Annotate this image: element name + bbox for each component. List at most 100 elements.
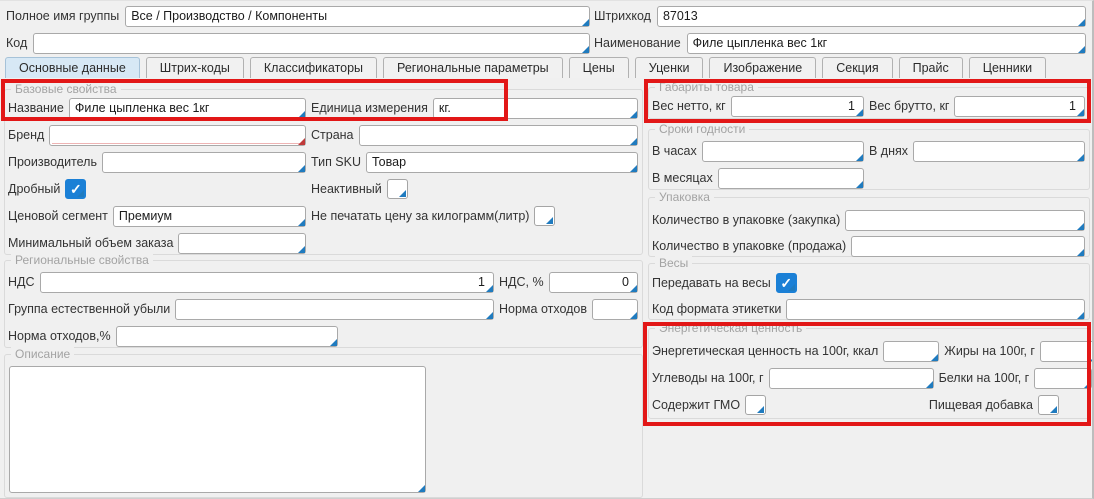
group-packaging: Упаковка Количество в упаковке (закупка)… xyxy=(648,197,1090,257)
manufacturer-input[interactable] xyxy=(102,152,306,173)
sku-type-input[interactable] xyxy=(366,152,638,173)
net-weight-input[interactable] xyxy=(731,96,864,117)
name-field-wrap xyxy=(69,98,306,119)
proteins-label: Белки на 100г, г xyxy=(939,371,1030,385)
waste-label: Норма отходов xyxy=(499,302,587,316)
pack-purchase-label: Количество в упаковке (закупка) xyxy=(652,213,840,227)
product-name-field-wrap xyxy=(687,33,1086,54)
code-row: Код xyxy=(6,32,590,54)
fats-field-wrap xyxy=(1040,341,1094,362)
group-regional-properties: Региональные свойства НДС НДС, % Группа … xyxy=(4,260,643,348)
price-segment-input[interactable] xyxy=(113,206,306,227)
full-group-row: Полное имя группы xyxy=(6,5,590,27)
product-name-label: Наименование xyxy=(594,36,681,50)
pack-sale-label: Количество в упаковке (продажа) xyxy=(652,239,846,253)
proteins-input[interactable] xyxy=(1034,368,1092,389)
waste-pct-field-wrap xyxy=(116,326,338,347)
months-field-wrap xyxy=(718,168,864,189)
product-name-input[interactable] xyxy=(687,33,1086,54)
price-segment-label: Ценовой сегмент xyxy=(8,209,108,223)
country-field-wrap xyxy=(359,125,638,146)
min-order-input[interactable] xyxy=(178,233,306,254)
name-field-label: Название xyxy=(8,101,64,115)
months-input[interactable] xyxy=(718,168,864,189)
carbs-label: Углеводы на 100г, г xyxy=(652,371,764,385)
days-input[interactable] xyxy=(913,141,1085,162)
barcode-label: Штрихкод xyxy=(594,9,651,23)
days-field-wrap xyxy=(913,141,1085,162)
net-weight-field-wrap xyxy=(731,96,864,117)
loss-group-label: Группа естественной убыли xyxy=(8,302,170,316)
inactive-checkbox[interactable] xyxy=(387,179,408,199)
code-input[interactable] xyxy=(33,33,590,54)
product-card-window: Полное имя группы Штрихкод Код Наименова… xyxy=(0,0,1094,499)
group-basic-properties: Базовые свойства Название Единица измере… xyxy=(4,89,643,255)
gmo-label: Содержит ГМО xyxy=(652,398,740,412)
group-basic-properties-title: Базовые свойства xyxy=(11,82,121,96)
vat-pct-label: НДС, % xyxy=(499,275,544,289)
send-to-scales-label: Передавать на весы xyxy=(652,276,771,290)
group-dimensions: Габариты товара Вес нетто, кг Вес брутто… xyxy=(648,87,1090,119)
country-input[interactable] xyxy=(359,125,638,146)
full-group-field-wrap xyxy=(125,6,590,27)
brand-field-wrap xyxy=(49,125,306,146)
pack-purchase-field-wrap xyxy=(845,210,1085,231)
fats-input[interactable] xyxy=(1040,341,1094,362)
barcode-field-wrap xyxy=(657,6,1086,27)
send-to-scales-checkbox[interactable] xyxy=(776,273,797,293)
tab-main-data[interactable]: Основные данные xyxy=(5,57,140,78)
tab-price-tags[interactable]: Ценники xyxy=(969,57,1046,78)
full-group-label: Полное имя группы xyxy=(6,9,119,23)
tab-section[interactable]: Секция xyxy=(822,57,892,78)
gmo-checkbox[interactable] xyxy=(745,395,766,415)
inactive-label: Неактивный xyxy=(311,182,382,196)
net-weight-label: Вес нетто, кг xyxy=(652,99,726,113)
energy-input[interactable] xyxy=(883,341,939,362)
brand-input[interactable] xyxy=(49,125,306,146)
no-print-kg-price-checkbox[interactable] xyxy=(534,206,555,226)
tab-regional-params[interactable]: Региональные параметры xyxy=(383,57,563,78)
tab-image[interactable]: Изображение xyxy=(709,57,816,78)
description-field-wrap xyxy=(9,366,426,493)
gross-weight-label: Вес брутто, кг xyxy=(869,99,949,113)
label-format-input[interactable] xyxy=(786,299,1085,320)
vat-input[interactable] xyxy=(40,272,494,293)
tab-barcodes[interactable]: Штрих-коды xyxy=(146,57,244,78)
additive-checkbox[interactable] xyxy=(1038,395,1059,415)
waste-pct-input[interactable] xyxy=(116,326,338,347)
gross-weight-input[interactable] xyxy=(954,96,1085,117)
loss-group-field-wrap xyxy=(175,299,494,320)
full-group-input[interactable] xyxy=(125,6,590,27)
vat-pct-input[interactable] xyxy=(549,272,638,293)
group-packaging-title: Упаковка xyxy=(655,190,714,204)
unit-input[interactable] xyxy=(433,98,638,119)
description-textarea[interactable] xyxy=(9,366,426,493)
code-label: Код xyxy=(6,36,27,50)
barcode-row: Штрихкод xyxy=(594,5,1086,27)
hours-field-wrap xyxy=(702,141,864,162)
vat-field-wrap xyxy=(40,272,494,293)
carbs-input[interactable] xyxy=(769,368,934,389)
no-print-kg-price-label: Не печатать цену за килограмм(литр) xyxy=(311,209,529,223)
group-shelf-life: Сроки годности В часах В днях В месяцах xyxy=(648,129,1090,190)
fractional-checkbox[interactable] xyxy=(65,179,86,199)
manufacturer-label: Производитель xyxy=(8,155,97,169)
barcode-input[interactable] xyxy=(657,6,1086,27)
tab-markdowns[interactable]: Уценки xyxy=(635,57,704,78)
pack-sale-input[interactable] xyxy=(851,236,1085,257)
additive-label: Пищевая добавка xyxy=(929,398,1033,412)
group-description-title: Описание xyxy=(11,347,74,361)
tab-price-list[interactable]: Прайс xyxy=(899,57,963,78)
tab-classifiers[interactable]: Классификаторы xyxy=(250,57,377,78)
waste-input[interactable] xyxy=(592,299,638,320)
hours-input[interactable] xyxy=(702,141,864,162)
pack-purchase-input[interactable] xyxy=(845,210,1085,231)
tab-prices[interactable]: Цены xyxy=(569,57,629,78)
country-label: Страна xyxy=(311,128,354,142)
loss-group-input[interactable] xyxy=(175,299,494,320)
name-field-input[interactable] xyxy=(69,98,306,119)
group-description: Описание xyxy=(4,354,643,498)
sku-type-field-wrap xyxy=(366,152,638,173)
group-dimensions-title: Габариты товара xyxy=(655,80,758,94)
sku-type-label: Тип SKU xyxy=(311,155,361,169)
